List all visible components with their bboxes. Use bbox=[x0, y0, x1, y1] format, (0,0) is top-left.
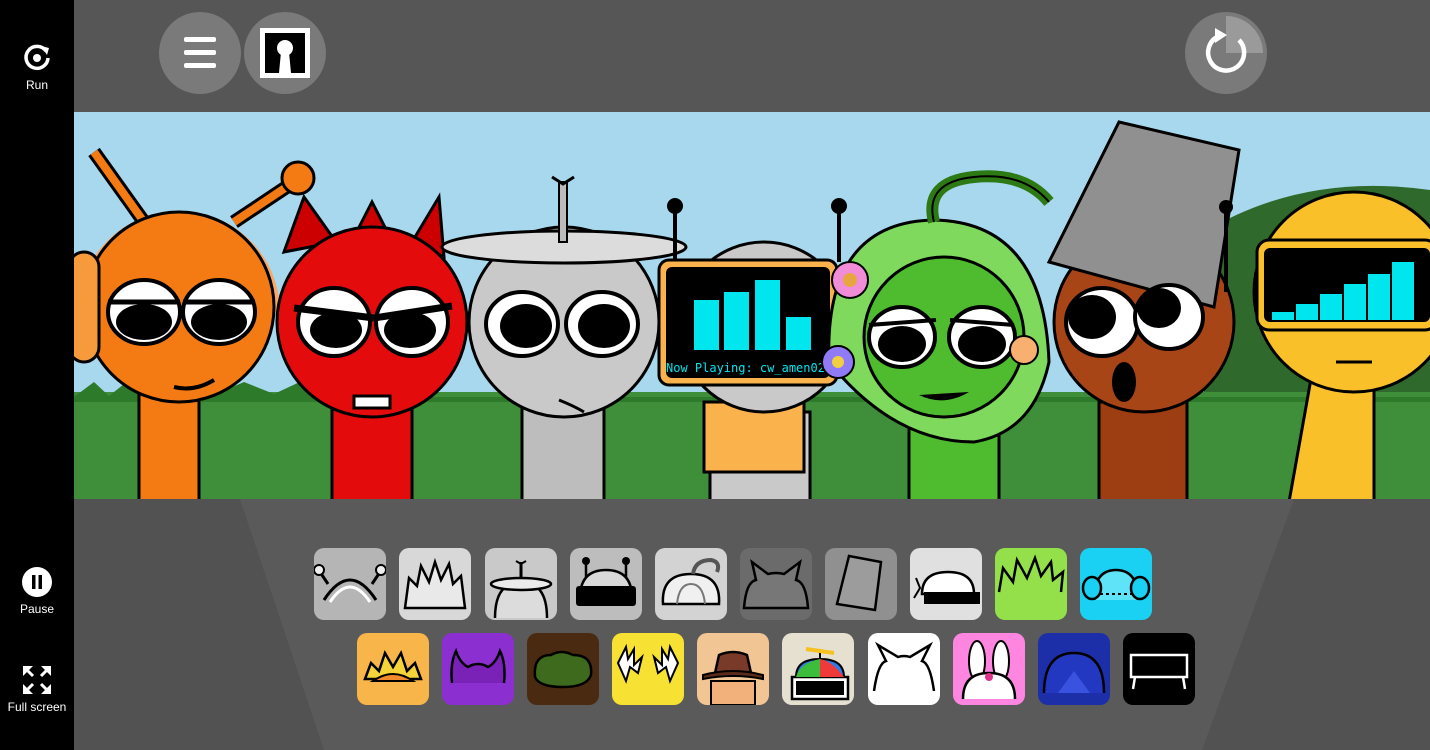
spiky-hair-icon bbox=[399, 548, 471, 620]
run-icon bbox=[24, 44, 50, 71]
pause-label: Pause bbox=[19, 602, 55, 616]
yellow-lightning-icon bbox=[612, 633, 684, 705]
reset-button[interactable] bbox=[1185, 12, 1267, 94]
sound-tile-sun-crown[interactable] bbox=[357, 633, 429, 705]
sound-tile-yellow-lightning[interactable] bbox=[612, 633, 684, 705]
sound-tile-pumpkin-vine[interactable] bbox=[655, 548, 727, 620]
keyhole-button[interactable] bbox=[244, 12, 326, 94]
sound-tile-purple-horns[interactable] bbox=[442, 633, 514, 705]
cap-visor-icon bbox=[910, 548, 982, 620]
sound-tile-cat-ears-dark[interactable] bbox=[740, 548, 812, 620]
screen-antennas-icon bbox=[570, 548, 642, 620]
run-button[interactable]: Run bbox=[0, 42, 74, 92]
hamburger-menu-icon bbox=[184, 37, 216, 68]
bucket-icon bbox=[825, 548, 897, 620]
sound-tile-green-spikes[interactable] bbox=[995, 548, 1067, 620]
brown-bush-icon bbox=[527, 633, 599, 705]
antenna-arch-icon bbox=[314, 548, 386, 620]
menu-button[interactable] bbox=[159, 12, 241, 94]
sound-tile-antenna-disc[interactable] bbox=[485, 548, 557, 620]
restart-icon bbox=[1205, 16, 1263, 73]
sound-tile-antenna-arch[interactable] bbox=[314, 548, 386, 620]
sidebar: Run Pause Full screen bbox=[0, 0, 74, 750]
pause-button[interactable]: Pause bbox=[0, 566, 74, 616]
sound-tile-propeller-cap[interactable] bbox=[782, 633, 854, 705]
sound-tile-screen-antennas[interactable] bbox=[570, 548, 642, 620]
sound-tile-bucket[interactable] bbox=[825, 548, 897, 620]
pause-icon bbox=[22, 567, 52, 597]
fullscreen-button[interactable]: Full screen bbox=[0, 664, 74, 714]
top-toolbar bbox=[74, 0, 1430, 112]
run-label: Run bbox=[25, 78, 48, 92]
antenna-disc-icon bbox=[485, 548, 557, 620]
fedora-icon bbox=[697, 633, 769, 705]
fullscreen-label: Full screen bbox=[7, 700, 67, 714]
character-stage: Now Playing: cw_amen02 bbox=[74, 112, 1430, 499]
cyan-headphones-icon bbox=[1080, 548, 1152, 620]
blue-dome-icon bbox=[1038, 633, 1110, 705]
sound-tile-bunny-ears[interactable] bbox=[953, 633, 1025, 705]
sun-crown-icon bbox=[357, 633, 429, 705]
sound-tile-blue-dome[interactable] bbox=[1038, 633, 1110, 705]
white-cat-ears-icon bbox=[868, 633, 940, 705]
green-spikes-icon bbox=[995, 548, 1067, 620]
sound-tile-cyan-headphones[interactable] bbox=[1080, 548, 1152, 620]
cat-ears-dark-icon bbox=[740, 548, 812, 620]
sound-palette bbox=[74, 499, 1430, 750]
sound-tile-spiky-hair[interactable] bbox=[399, 548, 471, 620]
purple-horns-icon bbox=[442, 633, 514, 705]
keyhole-icon bbox=[260, 28, 310, 78]
sound-tile-cap-visor[interactable] bbox=[910, 548, 982, 620]
black-frame-icon bbox=[1123, 633, 1195, 705]
bunny-ears-icon bbox=[953, 633, 1025, 705]
sound-tile-white-cat-ears[interactable] bbox=[868, 633, 940, 705]
propeller-cap-icon bbox=[782, 633, 854, 705]
sound-tile-black-frame[interactable] bbox=[1123, 633, 1195, 705]
fullscreen-icon bbox=[23, 666, 51, 694]
sound-tile-fedora[interactable] bbox=[697, 633, 769, 705]
now-playing-text: Now Playing: cw_amen02 bbox=[666, 361, 825, 375]
sound-tile-brown-bush[interactable] bbox=[527, 633, 599, 705]
pumpkin-vine-icon bbox=[655, 548, 727, 620]
